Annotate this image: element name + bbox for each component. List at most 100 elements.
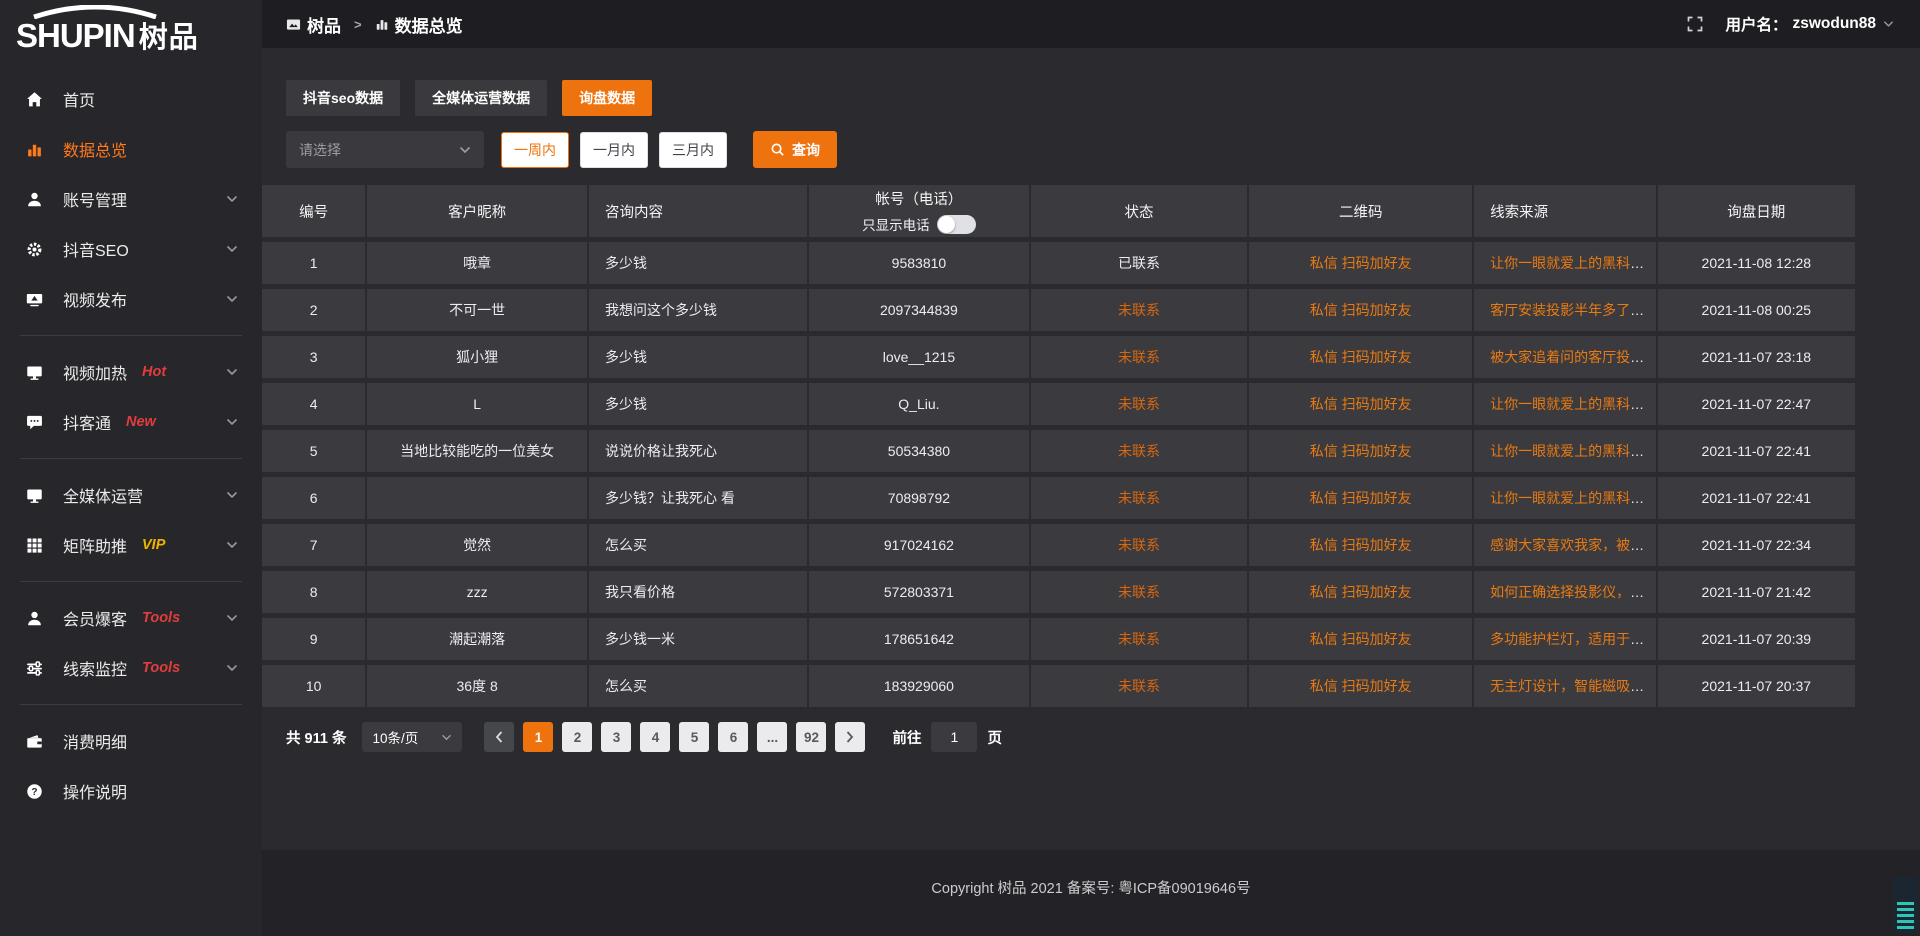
breadcrumb-item-shupin[interactable]: 树品	[286, 12, 341, 37]
qr-scan-add-friend-link[interactable]: 扫码加好友	[1342, 490, 1412, 506]
lead-source-link[interactable]: 感谢大家喜欢我家，被问了好...	[1490, 537, 1657, 553]
sliders-icon	[26, 660, 46, 677]
cell-id: 9	[262, 618, 367, 665]
table-row: 8 zzz 我只看价格 572803371 未联系 私信 扫码加好友 如何正确选…	[262, 571, 1857, 618]
qr-scan-add-friend-link[interactable]: 扫码加好友	[1342, 584, 1412, 600]
breadcrumb-item-data-overview[interactable]: 数据总览	[375, 12, 463, 37]
page-ellipsis-button[interactable]: ...	[757, 722, 787, 752]
col-header-nickname: 客户昵称	[367, 185, 589, 242]
qr-scan-add-friend-link[interactable]: 扫码加好友	[1342, 396, 1412, 412]
sidebar-item-douketong[interactable]: 抖客通 New	[0, 397, 262, 447]
page-4-button[interactable]: 4	[640, 722, 670, 752]
sidebar-item-operation-guide[interactable]: ? 操作说明	[0, 766, 262, 816]
qr-private-message-link[interactable]: 私信	[1310, 396, 1338, 412]
qr-private-message-link[interactable]: 私信	[1310, 349, 1338, 365]
tab-douyin-seo-data[interactable]: 抖音seo数据	[286, 80, 400, 116]
brand-logo[interactable]: SHUPIN 树品	[0, 0, 262, 60]
cell-nickname: 哦章	[367, 242, 589, 289]
next-page-button[interactable]	[835, 722, 865, 752]
cell-content: 多少钱？让我死心 看	[589, 477, 809, 524]
period-button-2[interactable]: 三月内	[659, 132, 727, 168]
qr-scan-add-friend-link[interactable]: 扫码加好友	[1342, 349, 1412, 365]
page-2-button[interactable]: 2	[562, 722, 592, 752]
table-row: 6 多少钱？让我死心 看 70898792 未联系 私信 扫码加好友 让你一眼就…	[262, 477, 1857, 524]
lead-source-link[interactable]: 多功能护栏灯，适用于乡村文...	[1490, 631, 1657, 647]
sidebar-item-douyin-seo[interactable]: 抖音SEO	[0, 224, 262, 274]
qr-private-message-link[interactable]: 私信	[1310, 302, 1338, 318]
cell-qrcode: 私信 扫码加好友	[1249, 665, 1474, 712]
qr-private-message-link[interactable]: 私信	[1310, 490, 1338, 506]
page-5-button[interactable]: 5	[679, 722, 709, 752]
sidebar-nav: 首页 数据总览 账号管理 抖音SEO 视频发布 视频加热 Hot 抖客通 New	[0, 60, 262, 936]
period-button-1[interactable]: 一月内	[580, 132, 648, 168]
cell-status: 未联系	[1031, 524, 1250, 571]
qr-scan-add-friend-link[interactable]: 扫码加好友	[1342, 631, 1412, 647]
goto-page-input[interactable]	[931, 722, 977, 752]
sidebar-item-matrix-boost[interactable]: 矩阵助推 VIP	[0, 520, 262, 570]
tab-omni-media-data[interactable]: 全媒体运营数据	[415, 80, 547, 116]
qr-scan-add-friend-link[interactable]: 扫码加好友	[1342, 443, 1412, 459]
cell-source: 如何正确选择投影仪，买投影...	[1474, 571, 1657, 618]
sidebar-item-lead-monitor[interactable]: 线索监控 Tools	[0, 643, 262, 693]
cell-status: 未联系	[1031, 571, 1250, 618]
chevron-down-icon	[459, 146, 471, 154]
cell-content: 怎么买	[589, 524, 809, 571]
sidebar-item-video-heating[interactable]: 视频加热 Hot	[0, 347, 262, 397]
browser-extension-widget[interactable]	[1893, 876, 1918, 933]
cell-source: 感谢大家喜欢我家，被问了好...	[1474, 524, 1657, 571]
home-icon	[26, 91, 46, 108]
sidebar-item-video-publish[interactable]: 视频发布	[0, 274, 262, 324]
prev-page-button[interactable]	[484, 722, 514, 752]
page-6-button[interactable]: 6	[718, 722, 748, 752]
cell-account: 178651642	[809, 618, 1031, 665]
qr-private-message-link[interactable]: 私信	[1310, 631, 1338, 647]
total-count: 共 911 条	[286, 727, 346, 748]
sidebar-item-omni-media[interactable]: 全媒体运营	[0, 470, 262, 520]
cell-source: 让你一眼就爱上的黑科技，能...	[1474, 383, 1657, 430]
lead-source-link[interactable]: 如何正确选择投影仪，买投影...	[1490, 584, 1657, 600]
qr-private-message-link[interactable]: 私信	[1310, 443, 1338, 459]
lead-source-link[interactable]: 让你一眼就爱上的黑科技，能...	[1490, 396, 1657, 412]
qr-private-message-link[interactable]: 私信	[1310, 255, 1338, 271]
cell-date: 2021-11-07 20:37	[1658, 665, 1857, 712]
chevron-down-icon	[226, 664, 238, 672]
sidebar-item-member-baoke[interactable]: 会员爆客 Tools	[0, 593, 262, 643]
page-3-button[interactable]: 3	[601, 722, 631, 752]
page-1-button[interactable]: 1	[523, 722, 553, 752]
lead-source-link[interactable]: 让你一眼就爱上的黑科技，能...	[1490, 255, 1657, 271]
page-92-button[interactable]: 92	[796, 722, 826, 752]
sidebar-item-badge: New	[126, 414, 156, 430]
cell-nickname: 潮起潮落	[367, 618, 589, 665]
table-row: 3 狐小狸 多少钱 love__1215 未联系 私信 扫码加好友 被大家追着问…	[262, 336, 1857, 383]
tab-inquiry-data[interactable]: 询盘数据	[562, 80, 652, 116]
chevron-down-icon	[226, 245, 238, 253]
qr-private-message-link[interactable]: 私信	[1310, 584, 1338, 600]
qr-scan-add-friend-link[interactable]: 扫码加好友	[1342, 537, 1412, 553]
qr-scan-add-friend-link[interactable]: 扫码加好友	[1342, 678, 1412, 694]
cell-date: 2021-11-07 23:18	[1658, 336, 1857, 383]
user-menu[interactable]: 用户名： zswodun88	[1725, 13, 1894, 35]
lead-source-link[interactable]: 被大家追着问的客厅投影分享...	[1490, 349, 1657, 365]
qr-private-message-link[interactable]: 私信	[1310, 678, 1338, 694]
sidebar-item-data-overview[interactable]: 数据总览	[0, 124, 262, 174]
lead-source-link[interactable]: 客厅安装投影半年多了，真实...	[1490, 302, 1657, 318]
cell-nickname: 觉然	[367, 524, 589, 571]
phone-only-toggle[interactable]	[937, 215, 976, 234]
lead-source-link[interactable]: 无主灯设计，智能磁吸轨道灯...	[1490, 678, 1657, 694]
qr-scan-add-friend-link[interactable]: 扫码加好友	[1342, 302, 1412, 318]
cell-account: 183929060	[809, 665, 1031, 712]
page-size-select[interactable]: 10条/页	[362, 722, 462, 752]
query-button[interactable]: 查询	[753, 131, 837, 168]
sidebar-item-account-management[interactable]: 账号管理	[0, 174, 262, 224]
lead-source-link[interactable]: 让你一眼就爱上的黑科技，能...	[1490, 490, 1657, 506]
filter-select[interactable]: 请选择	[286, 131, 484, 168]
chevron-down-icon	[226, 614, 238, 622]
cell-status: 未联系	[1031, 618, 1250, 665]
period-button-0[interactable]: 一周内	[501, 132, 569, 168]
sidebar-item-consumption-detail[interactable]: 消费明细	[0, 716, 262, 766]
fullscreen-icon[interactable]	[1687, 16, 1703, 32]
lead-source-link[interactable]: 让你一眼就爱上的黑科技，能...	[1490, 443, 1657, 459]
qr-private-message-link[interactable]: 私信	[1310, 537, 1338, 553]
qr-scan-add-friend-link[interactable]: 扫码加好友	[1342, 255, 1412, 271]
sidebar-item-home[interactable]: 首页	[0, 74, 262, 124]
